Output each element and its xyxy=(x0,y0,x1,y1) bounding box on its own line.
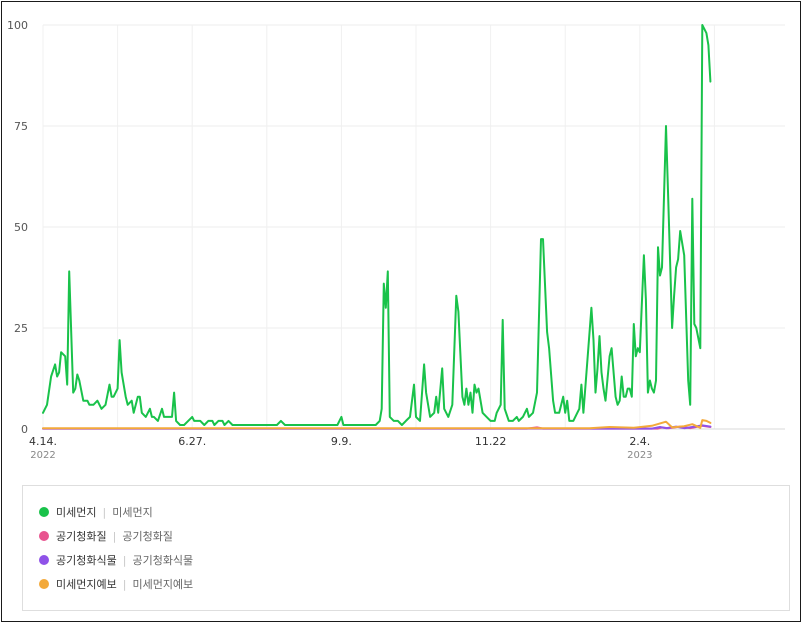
legend: 미세먼지 | 미세먼지 공기청화질 | 공기청화질 공기청화식물 | 공기청화식… xyxy=(22,485,790,611)
legend-item-pm[interactable]: 미세먼지 | 미세먼지 xyxy=(39,504,153,520)
x-tick-year: 2023 xyxy=(627,450,652,461)
y-tick-label: 0 xyxy=(21,423,28,436)
legend-desc: 공기청화질 xyxy=(122,530,173,543)
purple-dot-icon xyxy=(39,555,49,565)
legend-separator: | xyxy=(112,529,117,543)
y-tick-label: 75 xyxy=(14,120,28,133)
legend-name: 미세먼지예보 xyxy=(56,578,117,591)
y-tick-label: 100 xyxy=(7,19,28,32)
legend-desc: 미세먼지예보 xyxy=(132,578,194,591)
orange-dot-icon xyxy=(39,579,49,589)
x-tick-label: 4.14. xyxy=(29,435,57,448)
x-tick-label: 2.4. xyxy=(629,435,650,448)
pink-dot-icon xyxy=(39,531,49,541)
x-tick-label: 9.9. xyxy=(331,435,352,448)
legend-separator: | xyxy=(102,505,107,519)
legend-separator: | xyxy=(122,577,127,591)
y-tick-label: 50 xyxy=(14,221,28,234)
legend-separator: | xyxy=(122,553,127,567)
legend-name: 공기청화식물 xyxy=(56,554,117,567)
series-line xyxy=(42,24,712,426)
green-dot-icon xyxy=(39,507,49,517)
legend-name: 미세먼지 xyxy=(56,506,97,519)
legend-desc: 미세먼지 xyxy=(112,506,153,519)
x-tick-label: 11.22 xyxy=(475,435,507,448)
legend-desc: 공기청화식물 xyxy=(132,554,194,567)
legend-name: 공기청화질 xyxy=(56,530,107,543)
legend-item-air-quality[interactable]: 공기청화질 | 공기청화질 xyxy=(39,528,173,544)
legend-item-air-plants[interactable]: 공기청화식물 | 공기청화식물 xyxy=(39,552,193,568)
y-tick-label: 25 xyxy=(14,322,28,335)
line-chart: 0 25 50 75 100 4.14. 2022 6.27. 9.9. 11.22 2.4. 202… xyxy=(7,19,785,461)
x-tick-year: 2022 xyxy=(30,450,55,461)
x-tick-label: 6.27. xyxy=(178,435,206,448)
legend-item-pm-forecast[interactable]: 미세먼지예보 | 미세먼지예보 xyxy=(39,576,193,592)
